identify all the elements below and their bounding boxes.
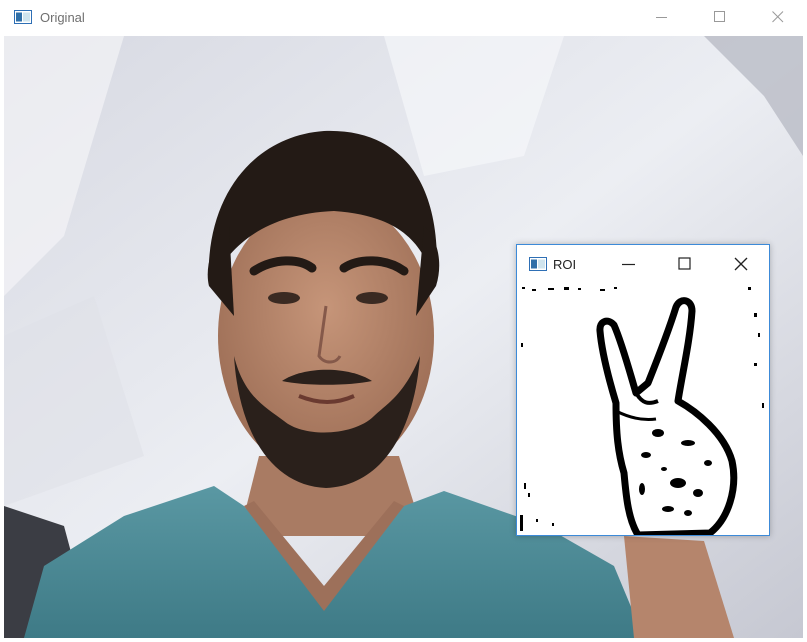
minimize-button[interactable] (633, 0, 691, 34)
roi-close-button[interactable] (713, 245, 769, 283)
roi-maximize-button[interactable] (657, 245, 713, 283)
roi-minimize-button[interactable] (601, 245, 657, 283)
minimize-icon (622, 263, 635, 266)
roi-titlebar[interactable]: ROI (517, 245, 769, 283)
roi-window-title: ROI (553, 256, 577, 272)
roi-window[interactable]: ROI (516, 244, 770, 536)
close-icon (734, 257, 748, 271)
original-titlebar[interactable]: Original (0, 0, 807, 34)
original-window: Original ROI (0, 0, 807, 642)
roi-window-controls (601, 245, 769, 283)
minimize-icon (656, 17, 667, 18)
opencv-window-icon (529, 257, 547, 271)
close-icon (772, 11, 784, 23)
maximize-button[interactable] (691, 0, 749, 34)
close-button[interactable] (749, 0, 807, 34)
original-window-controls (633, 0, 807, 34)
maximize-icon (714, 11, 725, 22)
original-window-title: Original (40, 9, 85, 25)
roi-threshold-image (518, 283, 768, 535)
maximize-icon (678, 257, 691, 270)
opencv-window-icon (14, 10, 32, 24)
